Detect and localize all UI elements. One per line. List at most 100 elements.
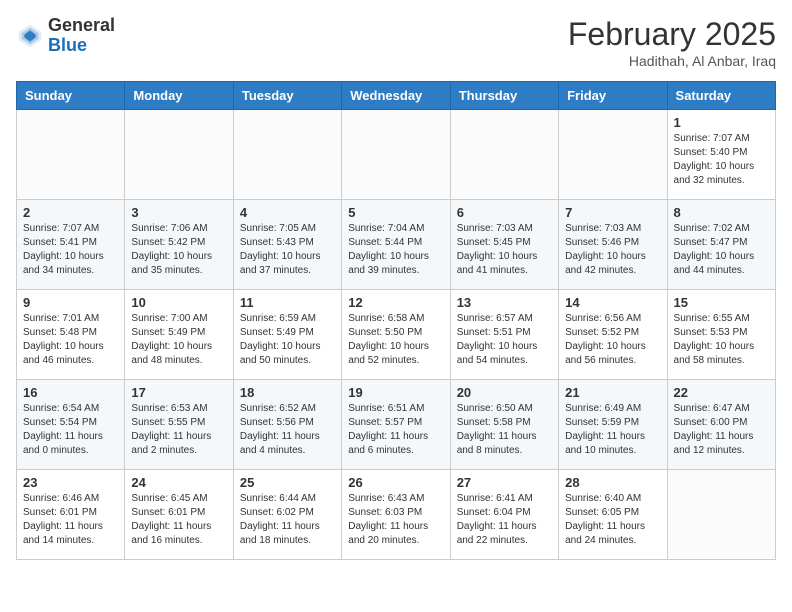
calendar-cell [342, 110, 450, 200]
calendar-cell: 16 Sunrise: 6:54 AM Sunset: 5:54 PM Dayli… [17, 380, 125, 470]
day-number: 3 [131, 205, 226, 220]
day-info: Sunrise: 6:53 AM Sunset: 5:55 PM Dayligh… [131, 402, 226, 458]
day-number: 20 [457, 385, 552, 400]
day-number: 27 [457, 475, 552, 490]
day-header-wednesday: Wednesday [342, 82, 450, 110]
calendar-cell: 1 Sunrise: 7:07 AM Sunset: 5:40 PM Daylig… [667, 110, 775, 200]
calendar-cell: 13Sunrise: 6:57 AM Sunset: 5:51 PM Dayli… [450, 290, 558, 380]
location: Hadithah, Al Anbar, Iraq [568, 53, 776, 69]
calendar-cell: 23Sunrise: 6:46 AM Sunset: 6:01 PM Dayli… [17, 470, 125, 560]
calendar-cell: 28 Sunrise: 6:40 AM Sunset: 6:05 PM Dayli… [559, 470, 667, 560]
calendar-cell: 26Sunrise: 6:43 AM Sunset: 6:03 PM Dayli… [342, 470, 450, 560]
day-number: 11 [240, 295, 335, 310]
logo: General Blue [16, 16, 115, 56]
day-number: 5 [348, 205, 443, 220]
day-number: 12 [348, 295, 443, 310]
day-info: Sunrise: 6:58 AM Sunset: 5:50 PM Dayligh… [348, 312, 443, 368]
day-info: Sunrise: 6:47 AM Sunset: 6:00 PM Dayligh… [674, 402, 769, 458]
day-info: Sunrise: 6:54 AM Sunset: 5:54 PM Dayligh… [23, 402, 118, 458]
calendar-cell: 10 Sunrise: 7:00 AM Sunset: 5:49 PM Dayli… [125, 290, 233, 380]
day-info: Sunrise: 6:46 AM Sunset: 6:01 PM Dayligh… [23, 492, 118, 548]
day-number: 1 [674, 115, 769, 130]
calendar-cell: 4 Sunrise: 7:05 AM Sunset: 5:43 PM Daylig… [233, 200, 341, 290]
day-number: 4 [240, 205, 335, 220]
day-info: Sunrise: 7:07 AM Sunset: 5:40 PM Dayligh… [674, 132, 769, 188]
calendar: SundayMondayTuesdayWednesdayThursdayFrid… [16, 81, 776, 560]
day-info: Sunrise: 7:00 AM Sunset: 5:49 PM Dayligh… [131, 312, 226, 368]
calendar-cell: 6 Sunrise: 7:03 AM Sunset: 5:45 PM Daylig… [450, 200, 558, 290]
day-info: Sunrise: 6:55 AM Sunset: 5:53 PM Dayligh… [674, 312, 769, 368]
title-block: February 2025 Hadithah, Al Anbar, Iraq [568, 16, 776, 69]
calendar-cell: 25 Sunrise: 6:44 AM Sunset: 6:02 PM Dayli… [233, 470, 341, 560]
day-info: Sunrise: 7:03 AM Sunset: 5:46 PM Dayligh… [565, 222, 660, 278]
day-number: 8 [674, 205, 769, 220]
calendar-cell [125, 110, 233, 200]
day-number: 2 [23, 205, 118, 220]
calendar-cell: 8Sunrise: 7:02 AM Sunset: 5:47 PM Daylig… [667, 200, 775, 290]
calendar-cell: 15 Sunrise: 6:55 AM Sunset: 5:53 PM Dayli… [667, 290, 775, 380]
day-number: 6 [457, 205, 552, 220]
day-number: 22 [674, 385, 769, 400]
day-info: Sunrise: 6:44 AM Sunset: 6:02 PM Dayligh… [240, 492, 335, 548]
day-number: 9 [23, 295, 118, 310]
day-number: 25 [240, 475, 335, 490]
day-number: 16 [23, 385, 118, 400]
month-title: February 2025 [568, 16, 776, 53]
day-info: Sunrise: 6:50 AM Sunset: 5:58 PM Dayligh… [457, 402, 552, 458]
day-info: Sunrise: 6:49 AM Sunset: 5:59 PM Dayligh… [565, 402, 660, 458]
calendar-cell: 11 Sunrise: 6:59 AM Sunset: 5:49 PM Dayli… [233, 290, 341, 380]
day-info: Sunrise: 7:01 AM Sunset: 5:48 PM Dayligh… [23, 312, 118, 368]
day-info: Sunrise: 7:04 AM Sunset: 5:44 PM Dayligh… [348, 222, 443, 278]
day-header-tuesday: Tuesday [233, 82, 341, 110]
day-header-saturday: Saturday [667, 82, 775, 110]
week-row-3: 9 Sunrise: 7:01 AM Sunset: 5:48 PM Daylig… [17, 290, 776, 380]
day-number: 21 [565, 385, 660, 400]
day-info: Sunrise: 6:59 AM Sunset: 5:49 PM Dayligh… [240, 312, 335, 368]
day-header-thursday: Thursday [450, 82, 558, 110]
day-number: 14 [565, 295, 660, 310]
calendar-cell: 22 Sunrise: 6:47 AM Sunset: 6:00 PM Dayli… [667, 380, 775, 470]
day-info: Sunrise: 7:07 AM Sunset: 5:41 PM Dayligh… [23, 222, 118, 278]
day-info: Sunrise: 6:45 AM Sunset: 6:01 PM Dayligh… [131, 492, 226, 548]
calendar-cell: 24 Sunrise: 6:45 AM Sunset: 6:01 PM Dayli… [125, 470, 233, 560]
day-info: Sunrise: 6:56 AM Sunset: 5:52 PM Dayligh… [565, 312, 660, 368]
calendar-cell: 17 Sunrise: 6:53 AM Sunset: 5:55 PM Dayli… [125, 380, 233, 470]
calendar-cell [17, 110, 125, 200]
day-number: 19 [348, 385, 443, 400]
days-header-row: SundayMondayTuesdayWednesdayThursdayFrid… [17, 82, 776, 110]
calendar-cell: 21 Sunrise: 6:49 AM Sunset: 5:59 PM Dayli… [559, 380, 667, 470]
calendar-cell: 18Sunrise: 6:52 AM Sunset: 5:56 PM Dayli… [233, 380, 341, 470]
week-row-2: 2 Sunrise: 7:07 AM Sunset: 5:41 PM Daylig… [17, 200, 776, 290]
calendar-cell: 9 Sunrise: 7:01 AM Sunset: 5:48 PM Daylig… [17, 290, 125, 380]
calendar-cell [667, 470, 775, 560]
calendar-cell: 7 Sunrise: 7:03 AM Sunset: 5:46 PM Daylig… [559, 200, 667, 290]
week-row-5: 23Sunrise: 6:46 AM Sunset: 6:01 PM Dayli… [17, 470, 776, 560]
calendar-cell: 12 Sunrise: 6:58 AM Sunset: 5:50 PM Dayli… [342, 290, 450, 380]
week-row-4: 16 Sunrise: 6:54 AM Sunset: 5:54 PM Dayli… [17, 380, 776, 470]
day-info: Sunrise: 6:40 AM Sunset: 6:05 PM Dayligh… [565, 492, 660, 548]
day-info: Sunrise: 7:03 AM Sunset: 5:45 PM Dayligh… [457, 222, 552, 278]
calendar-cell: 14 Sunrise: 6:56 AM Sunset: 5:52 PM Dayli… [559, 290, 667, 380]
day-info: Sunrise: 7:05 AM Sunset: 5:43 PM Dayligh… [240, 222, 335, 278]
calendar-cell: 19 Sunrise: 6:51 AM Sunset: 5:57 PM Dayli… [342, 380, 450, 470]
page-header: General Blue February 2025 Hadithah, Al … [16, 16, 776, 69]
day-number: 28 [565, 475, 660, 490]
day-info: Sunrise: 7:06 AM Sunset: 5:42 PM Dayligh… [131, 222, 226, 278]
day-number: 10 [131, 295, 226, 310]
day-info: Sunrise: 6:52 AM Sunset: 5:56 PM Dayligh… [240, 402, 335, 458]
day-number: 24 [131, 475, 226, 490]
day-number: 15 [674, 295, 769, 310]
calendar-cell: 5 Sunrise: 7:04 AM Sunset: 5:44 PM Daylig… [342, 200, 450, 290]
day-number: 26 [348, 475, 443, 490]
calendar-cell [233, 110, 341, 200]
day-number: 7 [565, 205, 660, 220]
day-info: Sunrise: 6:51 AM Sunset: 5:57 PM Dayligh… [348, 402, 443, 458]
day-header-sunday: Sunday [17, 82, 125, 110]
logo-text: General Blue [48, 16, 115, 56]
day-info: Sunrise: 6:57 AM Sunset: 5:51 PM Dayligh… [457, 312, 552, 368]
logo-icon [16, 22, 44, 50]
day-number: 17 [131, 385, 226, 400]
calendar-cell: 2 Sunrise: 7:07 AM Sunset: 5:41 PM Daylig… [17, 200, 125, 290]
week-row-1: 1 Sunrise: 7:07 AM Sunset: 5:40 PM Daylig… [17, 110, 776, 200]
calendar-cell [450, 110, 558, 200]
